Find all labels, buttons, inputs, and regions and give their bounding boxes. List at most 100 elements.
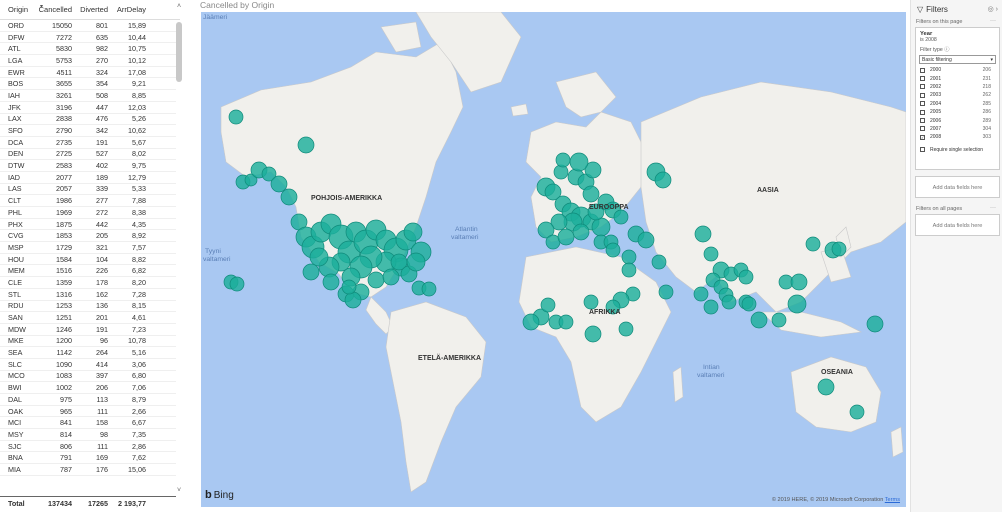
table-row[interactable]: IAD 2077 189 12,79 [0,172,176,184]
origin-bubble[interactable] [849,404,865,420]
table-row[interactable]: SJC 806 111 2,86 [0,440,176,453]
table-row[interactable]: ATL 5830 982 10,75 [0,43,176,56]
origin-bubble[interactable] [322,273,340,291]
origin-bubble[interactable] [403,222,423,242]
table-row[interactable]: MDW 1246 191 7,23 [0,323,176,336]
table-row[interactable]: SLC 1090 414 3,06 [0,359,176,371]
table-row[interactable]: IAH 3261 508 8,85 [0,90,176,102]
table-row[interactable]: SEA 1142 264 5,16 [0,347,176,359]
eye-icon[interactable]: ◎ [988,6,994,13]
origin-bubble[interactable] [805,236,821,252]
scrollbar-thumb[interactable] [176,22,182,82]
year-option[interactable]: 2005 286 [916,108,999,116]
origin-bubble[interactable] [382,268,400,286]
table-row[interactable]: LAX 2838 476 5,26 [0,113,176,126]
table-row[interactable]: BWI 1002 206 7,06 [0,382,176,394]
origin-bubble[interactable] [831,241,847,257]
origin-bubble[interactable] [618,321,634,337]
origin-bubble[interactable] [309,247,329,267]
origin-bubble[interactable] [540,297,556,313]
table-row[interactable]: MSY 814 98 7,35 [0,429,176,441]
checkbox[interactable] [920,84,925,90]
checkbox[interactable] [920,92,925,98]
origin-bubble[interactable] [228,109,244,125]
origin-bubble[interactable] [229,276,245,292]
table-row[interactable]: BNA 791 169 7,62 [0,452,176,465]
checkbox[interactable] [920,147,925,153]
origin-bubble[interactable] [703,246,719,262]
origin-bubble[interactable] [637,231,655,249]
table-row[interactable]: EWR 4511 324 17,08 [0,66,176,79]
more-options-icon-2[interactable]: ··· [990,205,996,211]
scroll-down-icon[interactable]: ˅ [175,486,183,496]
table-row[interactable]: PHL 1969 272 8,38 [0,207,176,219]
origin-bubble[interactable] [605,242,621,258]
origin-bubble[interactable] [741,296,757,312]
origin-bubble[interactable] [297,136,315,154]
year-option[interactable]: 2003 262 [916,91,999,99]
table-scrollbar[interactable]: ˄ ˅ [175,0,183,500]
checkbox[interactable] [920,126,925,132]
origin-bubble[interactable] [613,209,629,225]
origin-bubble[interactable] [421,281,437,297]
year-option[interactable]: ✓ 2008 303 [916,133,999,141]
year-option[interactable]: 2001 231 [916,74,999,82]
origin-bubble[interactable] [557,228,575,246]
year-option[interactable]: 2006 289 [916,116,999,124]
table-row[interactable]: DEN 2725 527 8,02 [0,149,176,161]
checkbox[interactable] [920,118,925,124]
table-row[interactable]: MCI 841 158 6,67 [0,417,176,430]
table-row[interactable]: LGA 5753 270 10,12 [0,55,176,67]
table-row[interactable]: STL 1316 162 7,28 [0,289,176,301]
year-option[interactable]: 2000 206 [916,66,999,74]
origin-bubble[interactable] [572,223,590,241]
checkbox[interactable] [920,109,925,115]
add-data-fields-all[interactable]: Add data fields here [915,214,1000,236]
table-row[interactable]: MKE 1200 96 10,78 [0,336,176,348]
origin-bubble[interactable] [750,311,768,329]
origin-bubble[interactable] [555,152,571,168]
table-row[interactable]: OAK 965 111 2,66 [0,406,176,418]
map-canvas[interactable]: POHJOIS-AMERIKKA ETELÄ-AMERIKKA EUROOPPA… [201,12,906,507]
table-row[interactable]: DTW 2583 402 9,75 [0,160,176,172]
origin-bubble[interactable] [787,294,807,314]
col-header-arrdelay[interactable]: ArrDelay [110,5,148,14]
year-option[interactable]: 2007 304 [916,125,999,133]
table-row[interactable]: DAL 975 113 8,79 [0,394,176,406]
checkbox[interactable] [920,67,925,73]
origin-bubble[interactable] [654,171,672,189]
table-row[interactable]: SFO 2790 342 10,62 [0,125,176,137]
year-option[interactable]: 2004 285 [916,100,999,108]
checkbox-checked[interactable]: ✓ [920,134,925,140]
origin-bubble[interactable] [738,269,754,285]
more-options-icon[interactable]: ··· [990,18,996,24]
origin-bubble[interactable] [721,294,737,310]
origin-bubble[interactable] [621,249,637,265]
origin-bubble[interactable] [522,313,540,331]
add-data-fields-page[interactable]: Add data fields here [915,176,1000,198]
origin-bubble[interactable] [621,262,637,278]
scroll-up-icon[interactable]: ˄ [175,2,183,12]
filter-type-dropdown[interactable]: Basic filtering ▾ [919,55,996,64]
origin-bubble[interactable] [790,273,808,291]
col-header-diverted[interactable]: Diverted [74,5,110,14]
terms-link[interactable]: Terms [885,497,900,503]
require-single-checkbox[interactable]: Require single selection [916,146,999,154]
table-row[interactable]: DCA 2735 191 5,67 [0,136,176,149]
year-filter-card[interactable]: Year is 2008 Filter type ⓘ Basic filteri… [915,27,1000,170]
origin-bubble[interactable] [658,284,674,300]
table-row[interactable]: BOS 3655 354 9,21 [0,78,176,91]
table-row[interactable]: MEM 1516 226 6,82 [0,265,176,278]
origin-bubble[interactable] [693,286,709,302]
table-row[interactable]: PHX 1875 442 4,35 [0,219,176,231]
origin-bubble[interactable] [582,185,600,203]
table-row[interactable]: SAN 1251 201 4,61 [0,312,176,324]
checkbox[interactable] [920,101,925,107]
table-row[interactable]: CLT 1986 277 7,88 [0,195,176,207]
collapse-icon[interactable]: › [996,6,998,13]
origin-bubble[interactable] [406,252,426,272]
col-header-origin[interactable]: Origin [0,5,36,14]
year-option[interactable]: 2002 218 [916,83,999,91]
origin-bubble[interactable] [280,188,298,206]
origin-bubble[interactable] [817,378,835,396]
